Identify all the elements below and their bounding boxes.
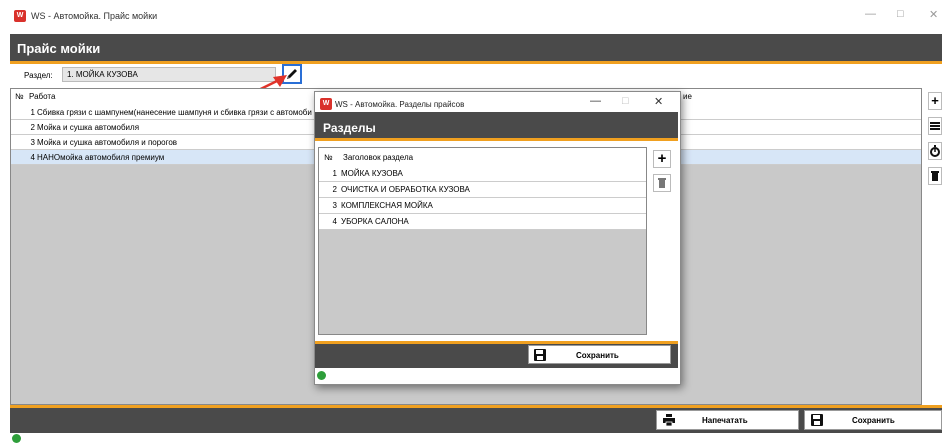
column-header-number[interactable]: № [324,153,333,162]
save-disk-icon [811,414,823,426]
save-disk-icon [534,349,546,361]
row-title: УБОРКА САЛОНА [341,217,409,226]
column-header-work[interactable]: Работа [29,92,55,101]
page-title: Прайс мойки [17,41,101,56]
row-title: КОМПЛЕКСНАЯ МОЙКА [341,201,433,210]
row-number: 3 [30,138,35,147]
minimize-button[interactable]: — [865,8,876,20]
trash-icon [931,171,939,181]
row-number: 2 [30,123,35,132]
column-header-title[interactable]: Заголовок раздела [343,153,413,162]
stopwatch-icon [930,145,940,157]
dialog-status-ok-icon [317,371,326,380]
column-header-number[interactable]: № [15,92,24,101]
list-item[interactable]: 4 УБОРКА САЛОНА [319,214,646,230]
list-button[interactable] [928,117,942,135]
row-title: МОЙКА КУЗОВА [341,169,403,178]
status-bar [0,433,942,444]
printer-icon [663,414,675,426]
add-row-button[interactable]: + [928,92,942,110]
row-title: ОЧИСТКА И ОБРАБОТКА КУЗОВА [341,185,470,194]
app-logo-icon: W [14,10,26,22]
sections-table-header: № Заголовок раздела [319,148,646,167]
row-number: 4 [332,217,337,226]
delete-button[interactable] [928,167,942,185]
section-label: Раздел: [24,71,53,80]
dialog-logo-icon: W [320,98,332,110]
delete-section-button[interactable] [653,174,671,192]
trash-icon [658,178,666,188]
row-number: 1 [30,108,35,117]
row-work: Мойка и сушка автомобиля и порогов [37,138,178,147]
row-number: 4 [30,153,35,162]
save-label: Сохранить [852,416,895,425]
add-icon: + [657,150,667,167]
close-button[interactable]: ✕ [929,8,938,21]
status-ok-icon [12,434,21,443]
dialog-minimize-button[interactable]: — [590,95,601,107]
dialog-save-label: Сохранить [576,351,619,360]
print-button[interactable]: Напечатать [656,410,799,430]
timer-button[interactable] [928,142,942,160]
column-header-extra[interactable]: ие [683,92,692,101]
list-item[interactable]: 3 КОМПЛЕКСНАЯ МОЙКА [319,198,646,214]
dialog-status-bar [315,368,678,382]
maximize-button[interactable]: □ [897,8,904,20]
window-title: WS - Автомойка. Прайс мойки [31,11,158,21]
save-button[interactable]: Сохранить [804,410,942,430]
page-header [10,34,942,64]
print-label: Напечатать [702,416,748,425]
row-work: Мойка и сушка автомобиля [37,123,140,132]
add-icon: + [931,93,939,108]
dialog-header-title: Разделы [323,121,376,135]
row-number: 3 [332,201,337,210]
dialog-save-button[interactable]: Сохранить [528,345,671,364]
row-work: Сбивка грязи с шампунем(нанесение шампун… [37,108,312,117]
list-item[interactable]: 1 МОЙКА КУЗОВА [319,166,646,182]
row-work: НАНОмойка автомобиля премиум [37,153,165,162]
list-icon [930,122,940,130]
dialog-maximize-button[interactable]: □ [622,95,629,107]
dialog-close-button[interactable]: ✕ [654,95,663,108]
list-item[interactable]: 2 ОЧИСТКА И ОБРАБОТКА КУЗОВА [319,182,646,198]
row-number: 2 [332,185,337,194]
add-section-button[interactable]: + [653,150,671,168]
row-number: 1 [332,169,337,178]
dialog-title: WS - Автомойка. Разделы прайсов [335,100,465,109]
footer-bar [10,405,942,436]
